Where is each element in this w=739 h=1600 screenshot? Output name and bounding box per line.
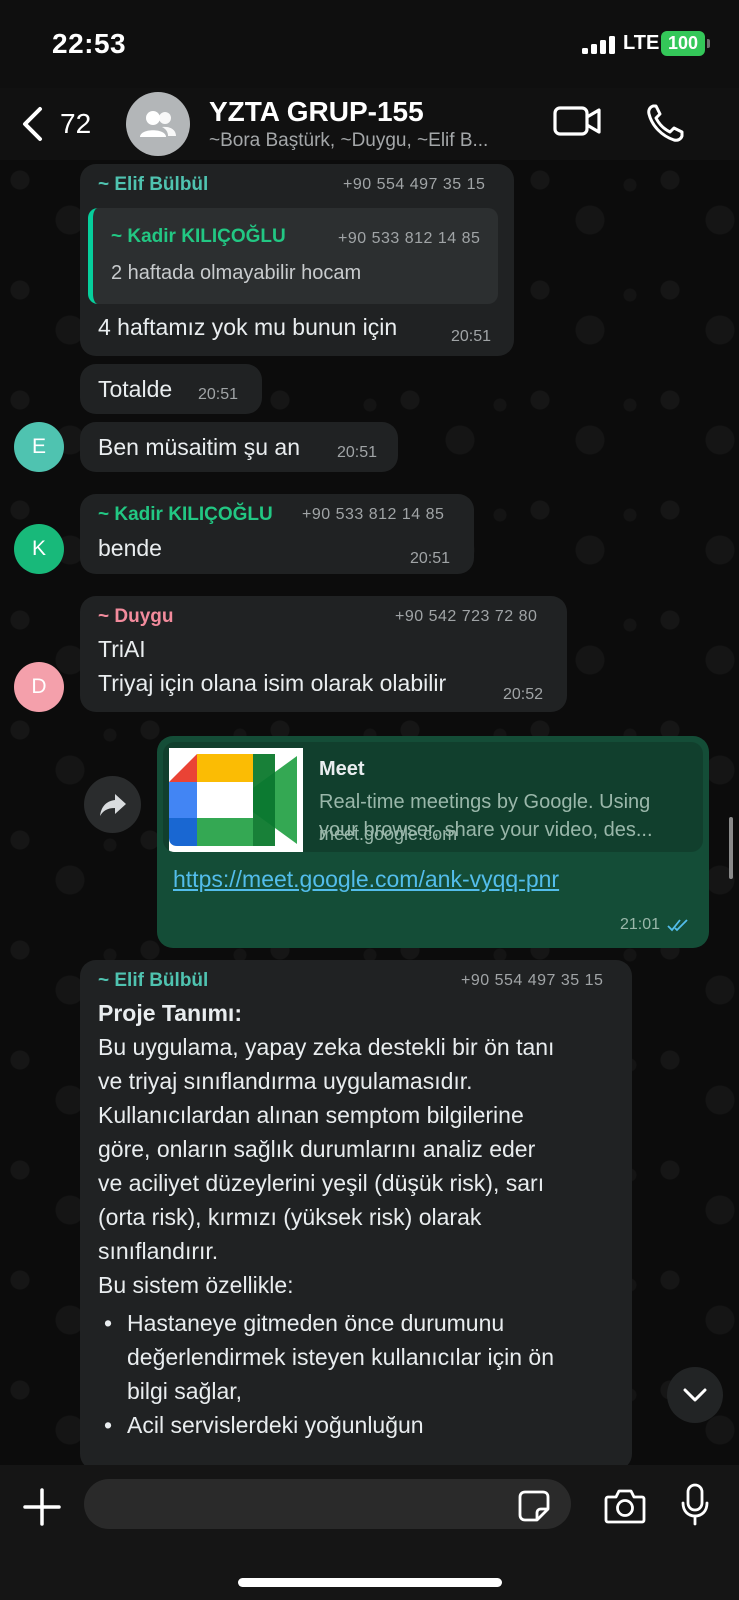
message-text: TriAI — [98, 636, 146, 662]
message-composer — [0, 1465, 739, 1600]
forward-icon — [99, 793, 126, 816]
bullet-line: Acil servislerdeki yoğunluğun — [127, 1412, 424, 1438]
chevron-left-icon — [23, 107, 42, 141]
home-indicator — [238, 1578, 502, 1587]
message-bubble[interactable]: ~ Kadir KILIÇOĞLU +90 533 812 14 85 bend… — [80, 494, 474, 574]
avatar[interactable]: E — [14, 422, 64, 472]
message-bubble[interactable]: Ben müsaitim şu an 20:51 — [80, 422, 398, 472]
group-title[interactable]: YZTA GRUP-155 — [209, 96, 424, 128]
link-domain: meet.google.com — [319, 824, 458, 844]
attach-button[interactable] — [20, 1485, 64, 1529]
battery-cap — [707, 39, 710, 48]
message-text: Totalde — [98, 376, 173, 402]
chat-header: 72 YZTA GRUP-155 ~Bora Baştürk, ~Duygu, … — [0, 88, 739, 160]
scroll-to-bottom-button[interactable] — [667, 1367, 723, 1423]
read-receipt-icon — [667, 919, 688, 932]
sender-phone: +90 542 723 72 80 — [395, 608, 538, 625]
link-url[interactable]: https://meet.google.com/ank-vyqq-pnr — [173, 866, 559, 893]
sender-name: ~ Elif Bülbül — [98, 174, 209, 195]
message-text: bende — [98, 535, 162, 561]
group-avatar[interactable] — [126, 92, 190, 156]
status-bar: 22:53 LTE 100 — [0, 0, 739, 88]
link-description-line: Real-time meetings by Google. Using — [319, 791, 651, 813]
sticker-icon — [518, 1490, 550, 1522]
group-members[interactable]: ~Bora Baştürk, ~Duygu, ~Elif B... — [209, 130, 539, 152]
message-heading: Proje Tanımı: — [98, 1000, 242, 1026]
phone-icon — [647, 104, 684, 142]
bullet-line: bilgi sağlar, — [127, 1378, 243, 1404]
message-time: 20:51 — [337, 444, 378, 461]
signal-icon — [582, 36, 618, 54]
sender-name: ~ Duygu — [98, 606, 174, 627]
quote-text: 2 haftada olmayabilir hocam — [111, 262, 362, 284]
list-intro: Bu sistem özellikle: — [98, 1272, 294, 1298]
microphone-button[interactable] — [680, 1483, 710, 1527]
camera-button[interactable] — [604, 1487, 646, 1525]
video-call-button[interactable] — [553, 102, 603, 142]
quoted-message[interactable]: ~ Kadir KILIÇOĞLU +90 533 812 14 85 2 ha… — [88, 208, 498, 304]
unread-count: 72 — [60, 108, 92, 139]
message-input[interactable] — [84, 1479, 571, 1529]
status-time: 22:53 — [52, 28, 127, 59]
battery-icon: 100 — [661, 31, 705, 56]
link-preview[interactable]: Meet Real-time meetings by Google. Using… — [163, 742, 703, 852]
video-icon — [553, 106, 601, 136]
message-time: 20:52 — [503, 686, 544, 703]
bullet-item: Hastaneye gitmeden önce durumunu değerle… — [98, 1306, 618, 1408]
sender-phone: +90 533 812 14 85 — [302, 506, 445, 523]
bullet-item: Acil servislerdeki yoğunluğun — [98, 1408, 618, 1442]
message-text: Triyaj için olana isim olarak olabilir — [98, 670, 447, 696]
outgoing-message-bubble[interactable]: Meet Real-time meetings by Google. Using… — [157, 736, 709, 948]
paragraph-line: Kullanıcılardan alınan semptom bilgileri… — [98, 1102, 524, 1128]
scrollbar[interactable] — [729, 817, 733, 879]
meet-logo-icon — [169, 748, 303, 852]
message-time: 20:51 — [451, 328, 492, 345]
sender-name: ~ Kadir KILIÇOĞLU — [98, 504, 273, 525]
message-time: 20:51 — [410, 550, 451, 567]
camera-icon — [604, 1489, 646, 1524]
sender-phone: +90 554 497 35 15 — [461, 972, 604, 989]
sender-name: ~ Elif Bülbül — [98, 970, 209, 991]
paragraph-line: göre, onların sağlık durumlarını analiz … — [98, 1136, 536, 1162]
message-time: 20:51 — [198, 386, 239, 403]
avatar[interactable]: D — [14, 662, 64, 712]
quote-phone: +90 533 812 14 85 — [338, 230, 481, 247]
message-body: Proje Tanımı: Bu uygulama, yapay zeka de… — [98, 996, 618, 1442]
group-icon — [140, 111, 176, 137]
quote-sender: ~ Kadir KILIÇOĞLU — [111, 226, 286, 247]
forward-button[interactable] — [84, 776, 141, 833]
paragraph-line: (orta risk), kırmızı (yüksek risk) olara… — [98, 1204, 482, 1230]
message-text: Ben müsaitim şu an — [98, 434, 300, 460]
back-button[interactable]: 72 — [20, 102, 110, 146]
message-time: 21:01 — [620, 916, 661, 933]
plus-icon — [23, 1488, 61, 1526]
paragraph-line: ve aciliyet düzeylerini yeşil (düşük ris… — [98, 1170, 545, 1196]
bullet-line: Hastaneye gitmeden önce durumunu — [127, 1310, 505, 1336]
paragraph-line: ve triyaj sınıflandırma uygulamasıdır. — [98, 1068, 473, 1094]
paragraph-line: Bu uygulama, yapay zeka destekli bir ön … — [98, 1034, 555, 1060]
message-bubble[interactable]: ~ Duygu +90 542 723 72 80 TriAI Triyaj i… — [80, 596, 567, 712]
avatar[interactable]: K — [14, 524, 64, 574]
link-title: Meet — [319, 758, 365, 780]
chat-area[interactable]: ~ Elif Bülbül +90 554 497 35 15 ~ Kadir … — [0, 160, 739, 1470]
paragraph-line: sınıflandırır. — [98, 1238, 219, 1264]
message-bubble[interactable]: ~ Elif Bülbül +90 554 497 35 15 Proje Ta… — [80, 960, 632, 1470]
message-text: 4 haftamız yok mu bunun için — [98, 314, 398, 340]
bullet-line: değerlendirmek isteyen kullanıcılar için… — [127, 1344, 554, 1370]
sticker-button[interactable] — [517, 1489, 551, 1523]
message-bubble[interactable]: Totalde 20:51 — [80, 364, 262, 414]
bullet-list: Hastaneye gitmeden önce durumunu değerle… — [98, 1306, 618, 1442]
microphone-icon — [681, 1483, 709, 1526]
chevron-down-icon — [683, 1388, 707, 1402]
message-bubble[interactable]: ~ Elif Bülbül +90 554 497 35 15 ~ Kadir … — [80, 164, 514, 356]
network-type: LTE — [623, 32, 660, 54]
voice-call-button[interactable] — [645, 102, 685, 144]
sender-phone: +90 554 497 35 15 — [343, 176, 486, 193]
